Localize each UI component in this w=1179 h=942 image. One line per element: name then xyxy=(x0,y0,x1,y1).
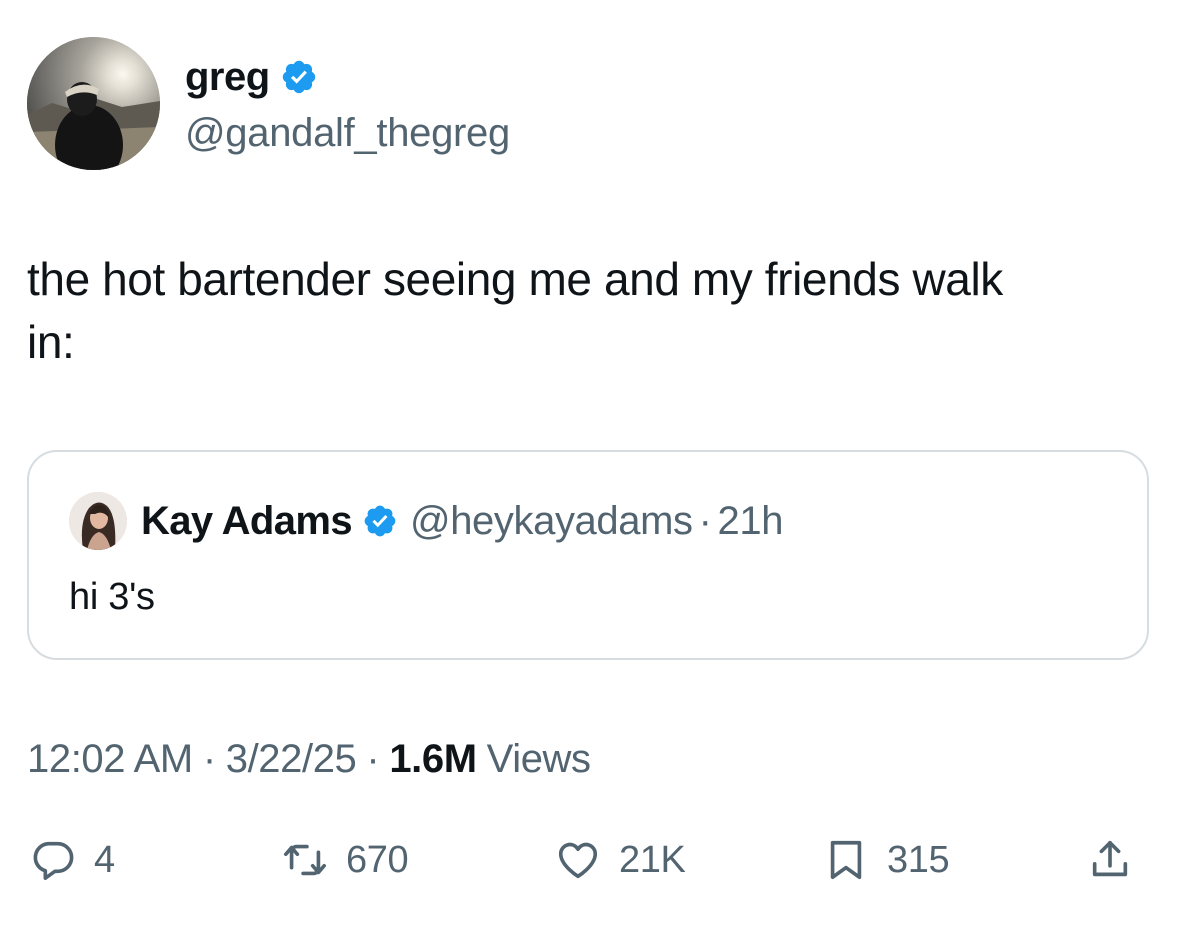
author-name-row: greg xyxy=(185,52,318,102)
separator-dot: · xyxy=(698,499,712,543)
bookmark-icon xyxy=(823,837,869,883)
tweet-card: greg @gandalf_thegreg the hot bartender … xyxy=(0,0,1179,942)
reply-bubble-icon xyxy=(30,837,76,883)
like-button[interactable]: 21K xyxy=(555,835,686,885)
quoted-tweet-card[interactable]: Kay Adams @heykayadams · 21h hi 3's xyxy=(27,450,1149,660)
share-button[interactable] xyxy=(1087,835,1133,885)
reply-count: 4 xyxy=(94,838,115,881)
separator-dot: · xyxy=(202,737,216,781)
tweet-date[interactable]: 3/22/25 xyxy=(226,733,357,785)
quoted-tweet-time[interactable]: 21h xyxy=(718,496,784,546)
quoted-author-name[interactable]: Kay Adams xyxy=(141,496,353,546)
tweet-meta: 12:02 AM · 3/22/25 · 1.6M Views xyxy=(27,733,591,785)
repost-arrows-icon xyxy=(282,837,328,883)
views-label: Views xyxy=(486,737,591,781)
repost-count: 670 xyxy=(346,838,409,881)
author-name[interactable]: greg xyxy=(185,52,270,102)
quoted-author-handle[interactable]: @heykayadams xyxy=(410,496,693,546)
bookmark-button[interactable]: 315 xyxy=(823,835,950,885)
like-count: 21K xyxy=(619,838,686,881)
reply-button[interactable]: 4 xyxy=(30,835,115,885)
quoted-tweet-header: Kay Adams @heykayadams · 21h xyxy=(141,496,783,546)
share-upload-icon xyxy=(1087,837,1133,883)
verified-badge-icon xyxy=(362,503,398,539)
quoted-author-avatar[interactable] xyxy=(69,492,127,550)
tweet-time[interactable]: 12:02 AM xyxy=(27,733,193,785)
tweet-text: the hot bartender seeing me and my frien… xyxy=(27,253,1003,368)
author-avatar[interactable] xyxy=(27,37,160,170)
separator-dot: · xyxy=(366,737,380,781)
verified-badge-icon xyxy=(280,58,318,96)
heart-icon xyxy=(555,837,601,883)
author-handle[interactable]: @gandalf_thegreg xyxy=(185,108,510,158)
repost-button[interactable]: 670 xyxy=(282,835,409,885)
views-count: 1.6M xyxy=(389,737,477,781)
bookmark-count: 315 xyxy=(887,838,950,881)
author-avatar-image xyxy=(27,37,160,170)
quoted-author-avatar-image xyxy=(69,492,127,550)
quoted-tweet-text: hi 3's xyxy=(69,576,155,618)
